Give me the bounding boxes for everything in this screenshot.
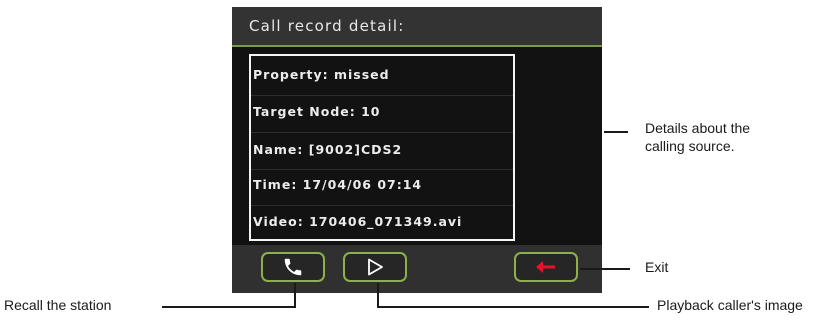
recall-callout-hline [162, 306, 296, 308]
bottom-button-bar [232, 245, 602, 293]
recall-callout-vline [294, 283, 296, 306]
detail-video: Video: 170406_071349.avi [253, 214, 463, 229]
details-callout-line1: Details about the [645, 120, 751, 136]
details-callout-line2: calling source. [645, 138, 735, 154]
detail-time: Time: 17/04/06 07:14 [253, 177, 423, 192]
detail-target-node: Target Node: 10 [253, 104, 381, 119]
title-bar: Call record detail: [232, 7, 602, 47]
detail-property: Property: missed [253, 67, 390, 82]
detail-name: Name: [9002]CDS2 [253, 142, 403, 157]
recall-callout-label: Recall the station [4, 297, 112, 313]
exit-callout-line [580, 268, 630, 270]
playback-button[interactable] [343, 252, 407, 282]
playback-callout-vline [377, 283, 379, 306]
details-callout-line [604, 131, 628, 133]
play-triangle-icon [368, 258, 383, 276]
device-screen: Call record detail: Property: missed Tar… [232, 7, 602, 293]
exit-button[interactable] [514, 252, 578, 282]
playback-callout-label: Playback caller's image [657, 297, 803, 313]
playback-callout-hline [377, 306, 649, 308]
left-arrow-icon [536, 261, 555, 273]
screen-title: Call record detail: [249, 17, 405, 35]
exit-callout-label: Exit [645, 259, 669, 275]
call-record-details-box: Property: missed Target Node: 10 Name: [… [249, 54, 515, 241]
recall-button[interactable] [261, 252, 325, 282]
phone-handset-icon [284, 258, 302, 276]
